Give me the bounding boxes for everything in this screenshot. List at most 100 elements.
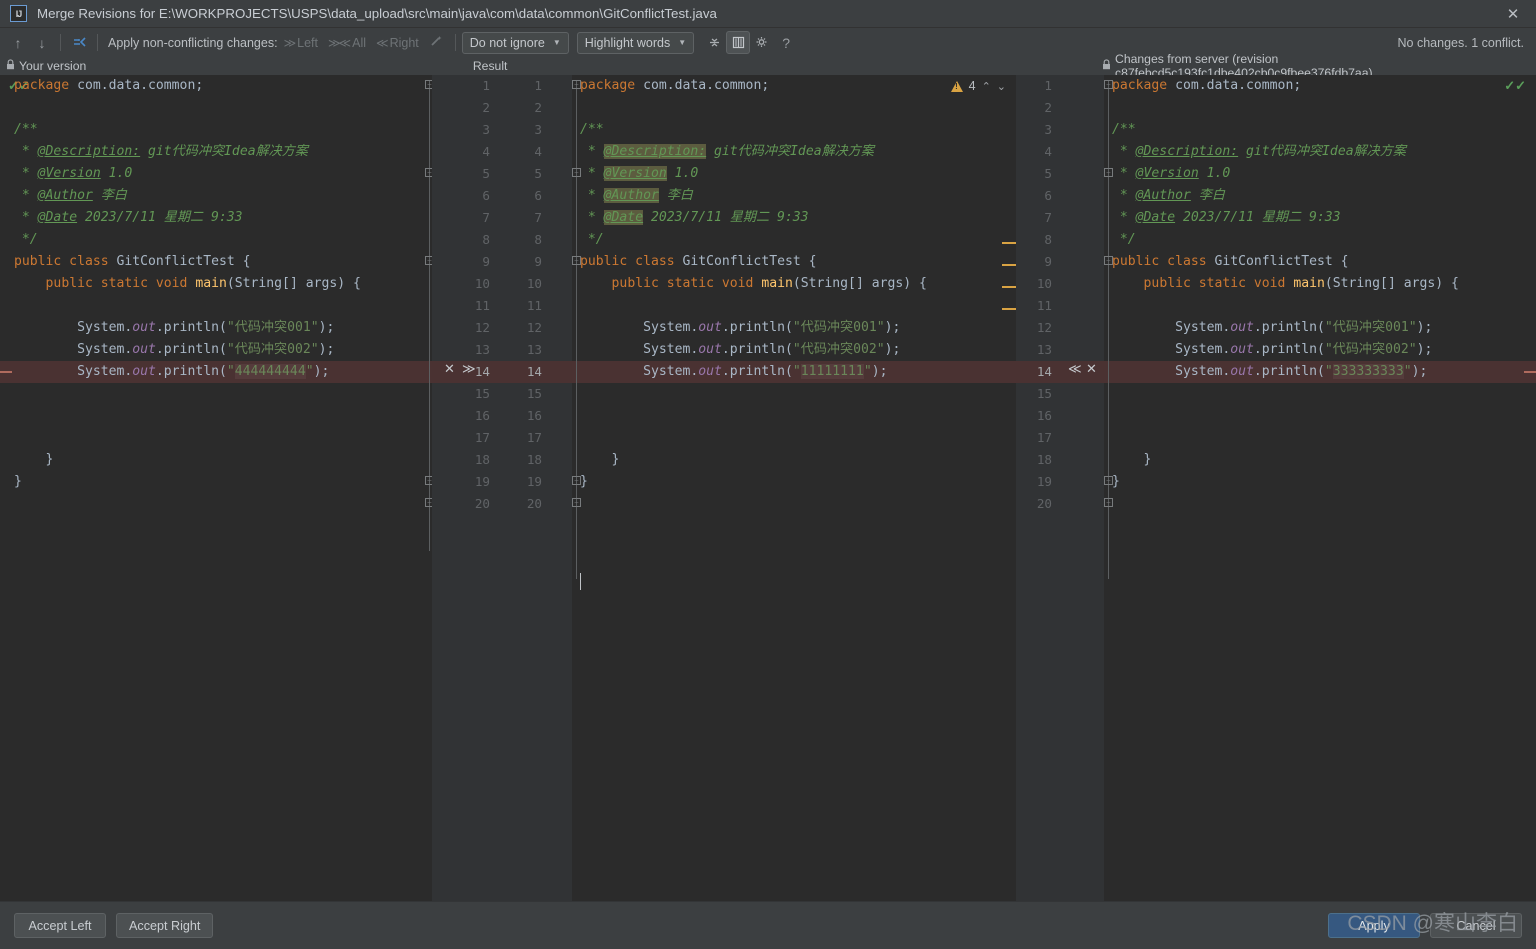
code-line: package com.data.common; [572,75,1016,97]
left-fold-mark-4[interactable]: – [425,476,432,485]
apply-all-button[interactable]: ≫≪ All [328,36,366,50]
code-token: public static void [1143,276,1294,291]
help-icon[interactable]: ? [774,31,798,55]
previous-problem-icon[interactable]: ⌃ [982,80,991,93]
code-token: "代码冲突001" [226,320,319,335]
apply-right-button[interactable]: ≪ Right [376,36,419,50]
code-token: main [1293,276,1325,291]
code-line: */ [572,229,1016,251]
right-editor-pane[interactable]: package com.data.common; /** * @Descript… [1104,75,1536,901]
cancel-button[interactable]: Cancel [1430,913,1522,938]
line-number: 2 [1044,100,1052,115]
code-line: * @Author 李白 [0,185,432,207]
code-line: /** [572,119,1016,141]
warning-marker-2[interactable] [1002,264,1016,266]
code-token: @Date [603,210,644,225]
left-fold-mark-3[interactable]: – [425,256,432,265]
code-token: .println( [1253,320,1325,335]
line-number: 4 [1044,144,1052,159]
warning-triangle-icon [950,80,963,92]
left-fold-mark-1[interactable]: – [425,80,432,89]
result-fold-mark-5[interactable]: – [572,498,581,507]
line-number: 1 [1044,78,1052,93]
collapse-unchanged-fragments-icon[interactable] [702,31,726,54]
line-number: 5 [534,166,542,181]
apply-button[interactable]: Apply [1328,913,1420,938]
ignore-policy-select[interactable]: Do not ignore ▼ [461,31,569,54]
code-line: public static void main(String[] args) { [0,273,432,295]
accept-left-button[interactable]: Accept Left [14,913,106,938]
right-fold-mark-3[interactable]: – [1104,256,1113,265]
warning-marker-4[interactable] [1002,308,1016,310]
highlight-policy-select[interactable]: Highlight words ▼ [576,31,695,54]
code-token: com.data.common; [643,78,770,93]
apply-nonconflicting-label: Apply non-conflicting changes: [108,35,278,50]
code-line: */ [0,229,432,251]
magic-resolve-icon[interactable] [429,34,443,51]
code-token: ); [318,342,335,357]
left-fold-mark-5[interactable]: – [425,498,432,507]
line-number: 20 [474,496,490,511]
line-number: 11 [474,298,490,313]
warning-marker-3[interactable] [1002,286,1016,288]
right-fold-mark-2[interactable]: – [1104,168,1113,177]
revert-left-conflict-icon[interactable]: ✕ [444,362,455,377]
show-whitespace-icon[interactable] [726,31,751,54]
accept-right-conflict-icon[interactable]: ≪ [1068,362,1082,377]
code-line: System.out.println("代码冲突001"); [0,317,432,339]
line-number: 7 [534,210,542,225]
accept-left-conflict-icon[interactable]: ≫ [462,362,476,377]
code-token: out [1230,320,1254,335]
result-pane-title: Result [472,59,508,73]
right-fold-mark-5[interactable]: – [1104,498,1113,507]
code-token: @Description: [1135,144,1239,159]
code-token: "代码冲突002" [792,342,885,357]
code-token: * [14,166,38,181]
code-line: public class GitConflictTest { [1104,251,1536,273]
chevron-right-icon: ≫ [283,35,296,50]
result-editor-pane[interactable]: package com.data.common; /** * @Descript… [572,75,1016,901]
code-token: .println( [721,342,793,357]
revert-right-conflict-icon[interactable]: ✕ [1086,362,1097,377]
accept-right-button[interactable]: Accept Right [116,913,214,938]
code-token: out [698,364,722,379]
line-number: 12 [526,320,542,335]
code-token: * [1112,166,1136,181]
line-number: 6 [1044,188,1052,203]
result-fold-mark-2[interactable]: – [572,168,581,177]
line-number: 10 [526,276,542,291]
code-line: } [0,471,432,493]
warning-marker-1[interactable] [1002,242,1016,244]
line-number: 15 [526,386,542,401]
text-caret [580,573,581,590]
result-fold-mark-3[interactable]: – [572,256,581,265]
settings-gear-icon[interactable] [750,31,774,55]
result-fold-mark-1[interactable]: – [572,80,581,89]
result-fold-mark-4[interactable]: – [572,476,581,485]
apply-all-non-conflicting-icon[interactable] [67,31,91,55]
left-fold-mark-2[interactable]: – [425,168,432,177]
next-difference-icon[interactable]: ↓ [30,31,54,55]
code-token: } [580,452,620,467]
line-number: 4 [482,144,490,159]
code-token: 李白 [92,188,127,203]
toolbar-divider-2 [97,34,98,51]
apply-left-button[interactable]: ≫ Left [284,36,318,50]
result-inspection-summary[interactable]: 4 ⌃ ⌄ [950,79,1006,93]
left-editor-pane[interactable]: ✓✓ package com.data.common; /** * @Descr… [0,75,432,901]
code-line: } [1104,471,1536,493]
code-line: * @Version 1.0 [1104,163,1536,185]
previous-difference-icon[interactable]: ↑ [6,31,30,55]
line-number: 8 [1044,232,1052,247]
close-icon[interactable]: ✕ [1490,0,1536,28]
right-fold-mark-4[interactable]: – [1104,476,1113,485]
next-problem-icon[interactable]: ⌄ [997,80,1006,93]
code-token: com.data.common; [77,78,204,93]
code-token: @Date [1135,210,1176,225]
right-fold-mark-1[interactable]: – [1104,80,1113,89]
code-token: .println( [1253,364,1325,379]
